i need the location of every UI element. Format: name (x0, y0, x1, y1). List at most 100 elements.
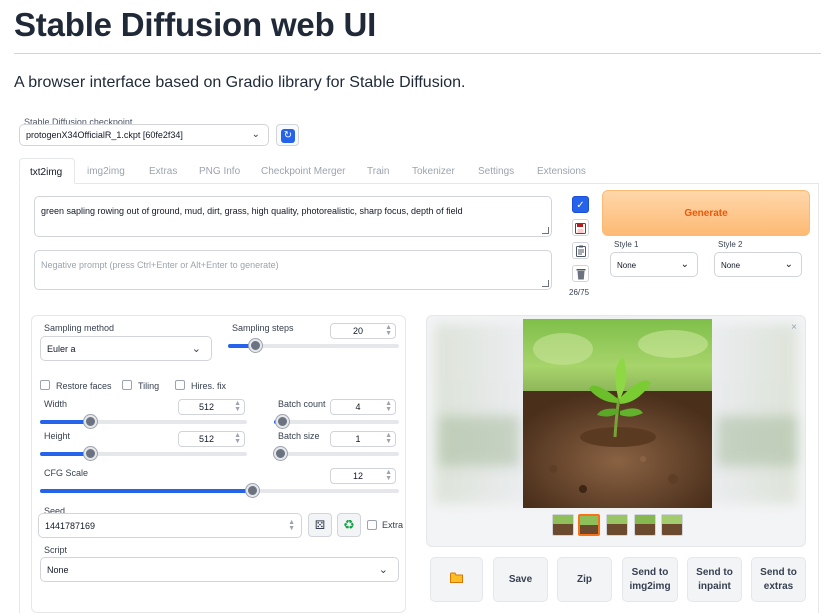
gallery-background (717, 416, 797, 466)
clipboard-icon[interactable] (572, 242, 589, 259)
page-title: Stable Diffusion web UI (14, 6, 377, 43)
slider-fill (40, 489, 252, 493)
tab-extensions[interactable]: Extensions (527, 158, 596, 184)
spinner-icon[interactable]: ▲ ▼ (288, 519, 295, 532)
spinner-icon[interactable]: ▲ ▼ (385, 324, 392, 337)
gallery-background (439, 416, 519, 466)
spinner-icon[interactable]: ▲ ▼ (234, 432, 241, 445)
chevron-down-icon: ⌄ (680, 259, 689, 270)
random-seed-button[interactable]: ⚄ (308, 513, 332, 537)
tab-tokenizer[interactable]: Tokenizer (402, 158, 465, 184)
generate-button[interactable]: Generate (602, 190, 810, 236)
tab-bar: txt2img img2img Extras PNG Info Checkpoi… (19, 158, 819, 184)
style1-value: None (617, 261, 637, 270)
save-icon[interactable] (572, 219, 589, 236)
tab-settings[interactable]: Settings (468, 158, 524, 184)
prompt-input[interactable]: green sapling rowing out of ground, mud,… (34, 196, 552, 237)
spinner-icon[interactable]: ▲ ▼ (385, 469, 392, 482)
negative-prompt-input[interactable]: Negative prompt (press Ctrl+Enter or Alt… (34, 250, 552, 290)
hires-fix-checkbox[interactable] (175, 380, 185, 390)
resize-handle-icon[interactable] (542, 280, 549, 287)
page-subtitle: A browser interface based on Gradio libr… (14, 74, 466, 91)
script-select[interactable]: None ⌄ (40, 557, 399, 582)
cfg-scale-slider[interactable] (40, 484, 399, 497)
tiling-checkbox[interactable] (122, 380, 132, 390)
script-value: None (47, 565, 69, 575)
sampling-method-value: Euler a (47, 344, 76, 354)
restore-faces-label: Restore faces (56, 381, 112, 391)
thumbnail[interactable] (552, 514, 574, 536)
tab-png-info[interactable]: PNG Info (189, 158, 250, 184)
tab-checkpoint-merger[interactable]: Checkpoint Merger (251, 158, 355, 184)
sampling-steps-value: 20 (352, 326, 363, 336)
slider-handle[interactable] (249, 339, 262, 352)
refresh-checkpoint-button[interactable]: ↻ (276, 124, 299, 146)
thumbnail[interactable] (606, 514, 628, 536)
sampling-steps-label: Sampling steps (232, 323, 294, 333)
save-button[interactable]: Save (493, 557, 548, 602)
token-count: 26/75 (569, 288, 590, 297)
slider-handle[interactable] (246, 484, 259, 497)
sampling-steps-slider[interactable] (228, 339, 399, 352)
recycle-icon: ♻ (343, 517, 355, 532)
tab-train[interactable]: Train (357, 158, 399, 184)
tab-extras[interactable]: Extras (139, 158, 187, 184)
height-slider[interactable] (40, 447, 247, 460)
thumbnail[interactable] (634, 514, 656, 536)
width-input[interactable]: 512 ▲ ▼ (178, 399, 245, 415)
check-icon[interactable]: ✓ (572, 196, 589, 213)
style1-select[interactable]: None ⌄ (610, 252, 698, 277)
height-input[interactable]: 512 ▲ ▼ (178, 431, 245, 447)
resize-handle-icon[interactable] (542, 227, 549, 234)
send-to-extras-button[interactable]: Send to extras (751, 557, 806, 602)
slider-handle[interactable] (84, 447, 97, 460)
width-label: Width (44, 399, 68, 409)
slider-fill (40, 420, 90, 424)
batch-size-slider[interactable] (274, 447, 399, 460)
checkpoint-select[interactable]: protogenX34OfficialR_1.ckpt [60fe2f34] ⌄ (19, 124, 269, 146)
restore-faces-checkbox[interactable] (40, 380, 50, 390)
extra-label: Extra (382, 520, 404, 530)
slider-handle[interactable] (84, 415, 97, 428)
sampling-steps-input[interactable]: 20 ▲ ▼ (330, 323, 396, 339)
cfg-scale-input[interactable]: 12 ▲ ▼ (330, 468, 396, 484)
seed-input[interactable]: 1441787169 ▲ ▼ (38, 513, 302, 538)
generated-image[interactable] (523, 319, 712, 508)
chevron-down-icon: ⌄ (378, 564, 388, 576)
batch-count-value: 4 (355, 402, 361, 412)
send-to-inpaint-button[interactable]: Send to inpaint (687, 557, 742, 602)
spinner-icon[interactable]: ▲ ▼ (234, 400, 241, 413)
send-to-img2img-button[interactable]: Send to img2img (622, 557, 678, 602)
slider-handle[interactable] (274, 447, 287, 460)
thumbnail-selected[interactable] (578, 514, 600, 536)
trash-icon[interactable] (572, 265, 589, 282)
batch-count-input[interactable]: 4 ▲ ▼ (330, 399, 396, 415)
reuse-seed-button[interactable]: ♻ (337, 513, 361, 537)
style2-label: Style 2 (718, 240, 743, 249)
thumbnail[interactable] (661, 514, 683, 536)
style2-select[interactable]: None ⌄ (714, 252, 802, 277)
slider-fill (40, 452, 90, 456)
open-folder-button[interactable] (430, 557, 483, 602)
tab-img2img[interactable]: img2img (77, 158, 135, 184)
batch-count-slider[interactable] (274, 415, 399, 428)
negative-prompt-placeholder: Negative prompt (press Ctrl+Enter or Alt… (41, 260, 279, 270)
sampling-method-select[interactable]: Euler a ⌄ (40, 336, 212, 361)
zip-button[interactable]: Zip (557, 557, 612, 602)
chevron-down-icon: ⌄ (784, 259, 793, 270)
height-label: Height (44, 431, 71, 441)
slider-handle[interactable] (276, 415, 289, 428)
send-inpaint-line1: Send to (696, 566, 733, 578)
tab-txt2img[interactable]: txt2img (19, 158, 75, 184)
batch-count-label: Batch count (278, 399, 326, 409)
close-icon[interactable]: × (791, 322, 797, 333)
sampling-method-label: Sampling method (44, 323, 115, 333)
seed-value: 1441787169 (45, 521, 96, 531)
extra-seed-checkbox[interactable] (367, 520, 377, 530)
checkpoint-value: protogenX34OfficialR_1.ckpt [60fe2f34] (26, 130, 183, 140)
spinner-icon[interactable]: ▲ ▼ (385, 400, 392, 413)
spinner-icon[interactable]: ▲ ▼ (385, 432, 392, 445)
width-slider[interactable] (40, 415, 247, 428)
header-divider (14, 53, 821, 54)
batch-size-input[interactable]: 1 ▲ ▼ (330, 431, 396, 447)
